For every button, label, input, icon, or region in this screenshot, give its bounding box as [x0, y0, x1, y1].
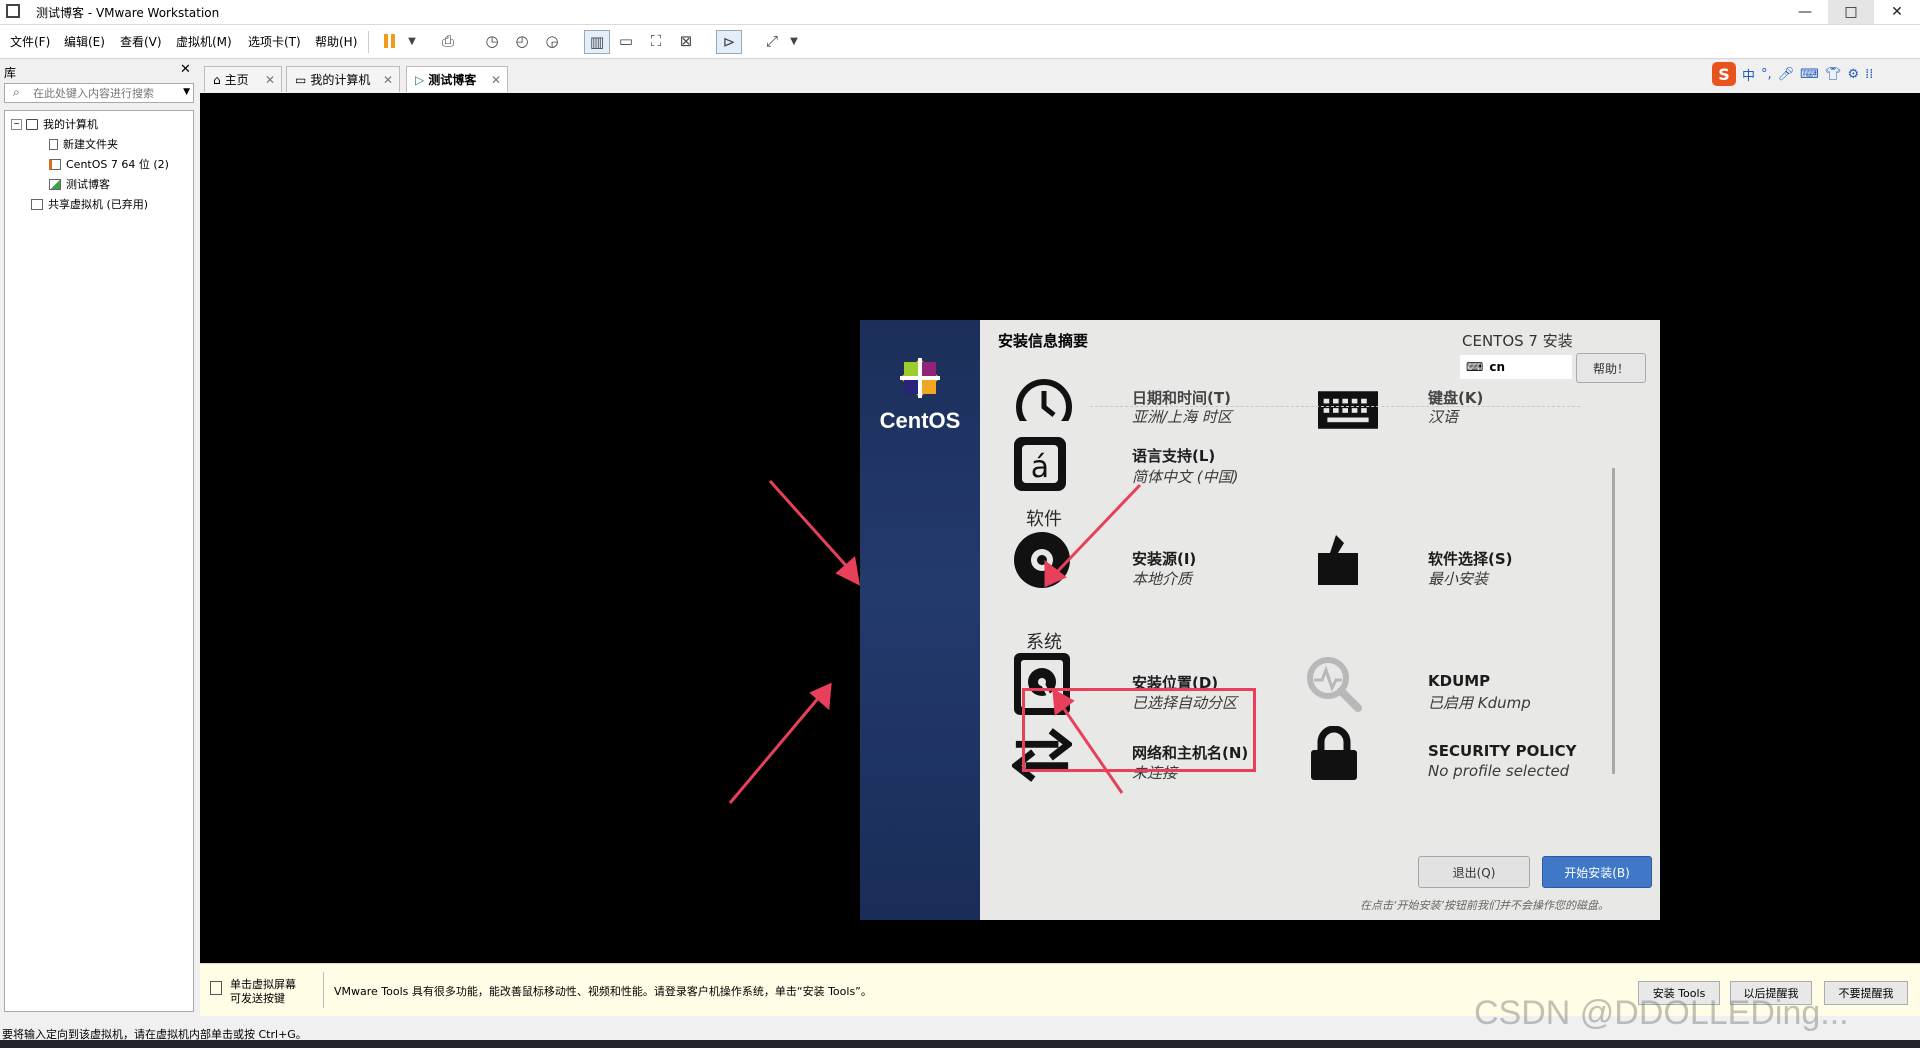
grid-icon[interactable]: ⁞⁞	[1865, 67, 1873, 82]
tab-test-blog[interactable]: ▷ 测试博客 ✕	[406, 66, 508, 92]
tools-message: VMware Tools 具有很多功能，能改善鼠标移动性、视频和性能。请登录客户…	[334, 985, 872, 998]
search-dropdown-icon[interactable]: ▼	[183, 87, 190, 97]
tree-label: CentOS 7 64 位 (2)	[66, 158, 169, 171]
tree-label: 我的计算机	[43, 118, 98, 131]
arrow-line	[728, 695, 822, 804]
unity-icon[interactable]: ⊠	[674, 30, 698, 52]
library-header: 库	[4, 66, 17, 80]
arrow-line	[768, 479, 852, 572]
vm-icon	[49, 158, 61, 170]
ime-mode[interactable]: 中	[1742, 65, 1755, 84]
vm-display[interactable]: CentOS 安装信息摘要 CENTOS 7 安装 ⌨ cn 帮助！ 日期和时间…	[200, 93, 1920, 963]
tree-item-shared-vms[interactable]: 共享虚拟机 (已弃用)	[31, 196, 148, 212]
revert-snapshot-icon[interactable]: ◴	[510, 30, 534, 52]
close-tab-icon[interactable]: ✕	[383, 73, 393, 87]
hint-separator	[323, 972, 324, 1008]
watermark: CSDN @DDOLLEDing...	[1474, 994, 1849, 1032]
click-screen-hint: 单击虚拟屏幕 可发送按键	[230, 978, 296, 1006]
computer-icon: ▭	[295, 72, 307, 87]
tree-item-test-blog[interactable]: 测试博客	[49, 176, 110, 192]
stretch-dropdown-icon[interactable]: ▼	[782, 30, 806, 52]
menu-vm[interactable]: 虚拟机(M)	[176, 33, 232, 50]
tree-item-centos[interactable]: CentOS 7 64 位 (2)	[49, 156, 169, 172]
menu-tabs[interactable]: 选项卡(T)	[248, 33, 301, 50]
keyboard-icon[interactable]: ⌨	[1800, 67, 1819, 82]
send-ctrl-alt-del-icon[interactable]: ⎙	[436, 30, 460, 52]
library-panel: 库 ✕ ⌕ ▼ − 我的计算机 新建文件夹 CentOS 7 64 位 (2) …	[0, 59, 198, 1016]
arrowhead	[835, 556, 860, 586]
arrow-line	[1058, 702, 1124, 794]
console-view-icon[interactable]: ▭	[614, 30, 638, 52]
tree-label: 共享虚拟机 (已弃用)	[48, 198, 149, 211]
tab-label: 测试博客	[428, 73, 477, 87]
hint-line: 可发送按键	[230, 992, 285, 1005]
maximize-button[interactable]: □	[1828, 0, 1874, 24]
click-screen-icon	[210, 981, 222, 995]
toolbar-separator	[368, 31, 369, 53]
window-title: 测试博客 - VMware Workstation	[36, 6, 220, 20]
tree-label: 测试博客	[66, 178, 110, 191]
tab-home[interactable]: ⌂ 主页 ✕	[204, 66, 282, 92]
snapshot-manager-icon[interactable]: ◶	[540, 30, 564, 52]
tab-label: 主页	[224, 73, 249, 87]
menu-edit[interactable]: 编辑(E)	[64, 33, 105, 50]
tree-item-my-computer[interactable]: − 我的计算机	[11, 116, 98, 132]
search-icon: ⌕	[13, 85, 20, 99]
menu-bar: 文件(F) 编辑(E) 查看(V) 虚拟机(M) 选项卡(T) 帮助(H) ▼ …	[0, 25, 1920, 59]
close-tab-icon[interactable]: ✕	[491, 73, 501, 87]
close-tab-icon[interactable]: ✕	[265, 73, 275, 87]
tab-my-computer[interactable]: ▭ 我的计算机 ✕	[286, 66, 400, 92]
tab-label: 我的计算机	[310, 73, 371, 87]
toolbox-icon[interactable]: ⚙	[1847, 67, 1859, 82]
library-search-input[interactable]	[31, 86, 175, 101]
window-title-bar: 测试博客 - VMware Workstation — □ ✕	[0, 0, 1920, 25]
running-vm-icon	[49, 178, 61, 190]
vmware-app-icon	[6, 4, 20, 18]
taskbar-strip	[0, 1040, 1920, 1048]
library-view-icon[interactable]: ▥	[584, 30, 610, 54]
tab-bar: ⌂ 主页 ✕ ▭ 我的计算机 ✕ ▷ 测试博客 ✕	[200, 59, 1920, 93]
library-tree: − 我的计算机 新建文件夹 CentOS 7 64 位 (2) 测试博客 共享虚…	[4, 110, 194, 1012]
stretch-icon[interactable]: ⤢	[760, 30, 784, 52]
menu-view[interactable]: 查看(V)	[120, 33, 162, 50]
running-vm-icon: ▷	[415, 72, 425, 87]
shared-vm-icon	[31, 198, 43, 210]
hint-line: 单击虚拟屏幕	[230, 978, 296, 991]
collapse-icon[interactable]: −	[11, 118, 22, 130]
terminal-icon[interactable]: ⊳	[716, 30, 742, 54]
power-dropdown-icon[interactable]: ▼	[400, 30, 424, 52]
folder-icon	[49, 138, 58, 150]
home-icon: ⌂	[213, 72, 221, 87]
skin-icon[interactable]: 👕︎	[1825, 67, 1842, 82]
ime-toolbar: S 中 °, 🎤︎ ⌨ 👕︎ ⚙ ⁞⁞	[1712, 62, 1873, 86]
sogou-ime-icon[interactable]: S	[1712, 62, 1736, 86]
menu-help[interactable]: 帮助(H)	[315, 33, 357, 50]
library-close-icon[interactable]: ✕	[180, 62, 191, 77]
ime-punct[interactable]: °,	[1761, 67, 1772, 82]
close-window-button[interactable]: ✕	[1874, 0, 1920, 24]
arrow-line	[1054, 483, 1142, 575]
tree-item-new-folder[interactable]: 新建文件夹	[49, 136, 118, 152]
snapshot-icon[interactable]: ◷	[480, 30, 504, 52]
menu-file[interactable]: 文件(F)	[10, 33, 50, 50]
computer-icon	[26, 118, 38, 130]
pause-icon[interactable]	[378, 30, 402, 52]
library-search-box[interactable]: ⌕ ▼	[4, 83, 194, 103]
minimize-button[interactable]: —	[1782, 0, 1828, 24]
microphone-icon[interactable]: 🎤︎	[1778, 67, 1795, 82]
annotation-arrows	[728, 479, 1142, 804]
tree-label: 新建文件夹	[63, 138, 118, 151]
fullscreen-icon[interactable]: ⛶	[644, 30, 668, 52]
